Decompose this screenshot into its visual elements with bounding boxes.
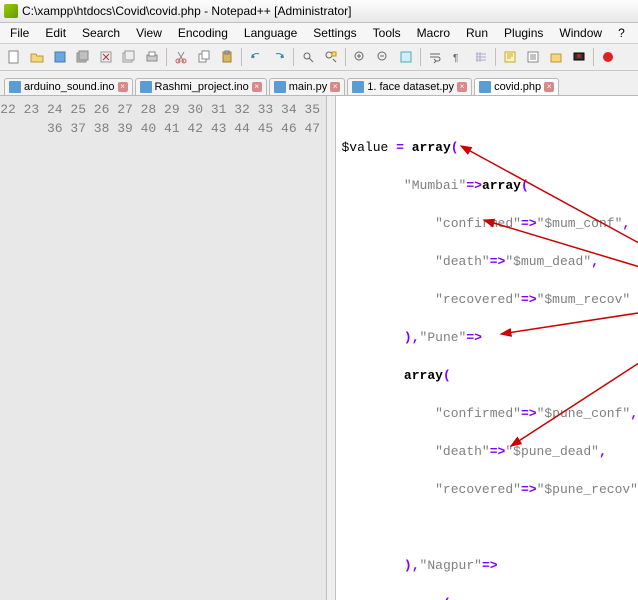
indent-guide-icon[interactable] xyxy=(470,46,492,68)
tab-label: main.py xyxy=(289,81,328,93)
record-macro-icon[interactable] xyxy=(597,46,619,68)
menu-search[interactable]: Search xyxy=(74,24,128,42)
toolbar-separator xyxy=(495,48,496,66)
tab-close-icon[interactable]: × xyxy=(330,82,340,92)
menu-help[interactable]: ? xyxy=(610,24,633,42)
file-icon xyxy=(140,81,152,93)
print-icon[interactable] xyxy=(141,46,163,68)
tab-label: covid.php xyxy=(494,81,541,93)
toolbar-separator xyxy=(241,48,242,66)
tab-close-icon[interactable]: × xyxy=(457,82,467,92)
tab-rashmi-project[interactable]: Rashmi_project.ino× xyxy=(135,78,267,95)
tab-close-icon[interactable]: × xyxy=(118,82,128,92)
editor-area: 22 23 24 25 26 27 28 29 30 31 32 33 34 3… xyxy=(0,96,638,600)
tab-covid-php[interactable]: covid.php× xyxy=(474,78,559,95)
tab-face-dataset[interactable]: 1. face dataset.py× xyxy=(347,78,472,95)
close-all-icon[interactable] xyxy=(118,46,140,68)
menu-window[interactable]: Window xyxy=(551,24,610,42)
find-icon[interactable] xyxy=(297,46,319,68)
line-number-gutter: 22 23 24 25 26 27 28 29 30 31 32 33 34 3… xyxy=(0,96,327,600)
tab-label: 1. face dataset.py xyxy=(367,81,454,93)
toolbar-separator xyxy=(166,48,167,66)
save-all-icon[interactable] xyxy=(72,46,94,68)
tab-bar: arduino_sound.ino× Rashmi_project.ino× m… xyxy=(0,71,638,96)
menu-encoding[interactable]: Encoding xyxy=(170,24,236,42)
code-area[interactable]: $value = array( "Mumbai"=>array( "confir… xyxy=(336,96,638,600)
word-wrap-icon[interactable] xyxy=(424,46,446,68)
menu-run[interactable]: Run xyxy=(458,24,496,42)
svg-text:¶: ¶ xyxy=(453,53,458,64)
menu-edit[interactable]: Edit xyxy=(37,24,74,42)
undo-icon[interactable] xyxy=(245,46,267,68)
copy-icon[interactable] xyxy=(193,46,215,68)
menu-tools[interactable]: Tools xyxy=(365,24,409,42)
menu-macro[interactable]: Macro xyxy=(409,24,458,42)
tab-label: arduino_sound.ino xyxy=(24,81,115,93)
cut-icon[interactable] xyxy=(170,46,192,68)
tab-arduino-sound[interactable]: arduino_sound.ino× xyxy=(4,78,133,95)
menu-settings[interactable]: Settings xyxy=(305,24,364,42)
zoom-in-icon[interactable] xyxy=(349,46,371,68)
tab-close-icon[interactable]: × xyxy=(544,82,554,92)
redo-icon[interactable] xyxy=(268,46,290,68)
app-icon xyxy=(4,4,18,18)
sync-scroll-icon[interactable] xyxy=(395,46,417,68)
title-bar: C:\xampp\htdocs\Covid\covid.php - Notepa… xyxy=(0,0,638,23)
fold-margin[interactable] xyxy=(327,96,335,600)
monitor-icon[interactable] xyxy=(568,46,590,68)
replace-icon[interactable] xyxy=(320,46,342,68)
tab-label: Rashmi_project.ino xyxy=(155,81,249,93)
save-icon[interactable] xyxy=(49,46,71,68)
toolbar-separator xyxy=(345,48,346,66)
file-icon xyxy=(9,81,21,93)
toolbar: ¶ xyxy=(0,44,638,71)
show-all-chars-icon[interactable]: ¶ xyxy=(447,46,469,68)
tab-main-py[interactable]: main.py× xyxy=(269,78,346,95)
menu-language[interactable]: Language xyxy=(236,24,305,42)
menu-view[interactable]: View xyxy=(128,24,170,42)
new-file-icon[interactable] xyxy=(3,46,25,68)
file-icon xyxy=(352,81,364,93)
paste-icon[interactable] xyxy=(216,46,238,68)
file-icon xyxy=(274,81,286,93)
menu-plugins[interactable]: Plugins xyxy=(496,24,551,42)
close-icon[interactable] xyxy=(95,46,117,68)
func-list-icon[interactable] xyxy=(522,46,544,68)
window-title: C:\xampp\htdocs\Covid\covid.php - Notepa… xyxy=(22,4,352,18)
toolbar-separator xyxy=(293,48,294,66)
doc-map-icon[interactable] xyxy=(499,46,521,68)
tab-close-icon[interactable]: × xyxy=(252,82,262,92)
file-icon xyxy=(479,81,491,93)
menu-bar: File Edit Search View Encoding Language … xyxy=(0,23,638,44)
toolbar-separator xyxy=(593,48,594,66)
zoom-out-icon[interactable] xyxy=(372,46,394,68)
menu-file[interactable]: File xyxy=(2,24,37,42)
open-file-icon[interactable] xyxy=(26,46,48,68)
folder-panel-icon[interactable] xyxy=(545,46,567,68)
toolbar-separator xyxy=(420,48,421,66)
